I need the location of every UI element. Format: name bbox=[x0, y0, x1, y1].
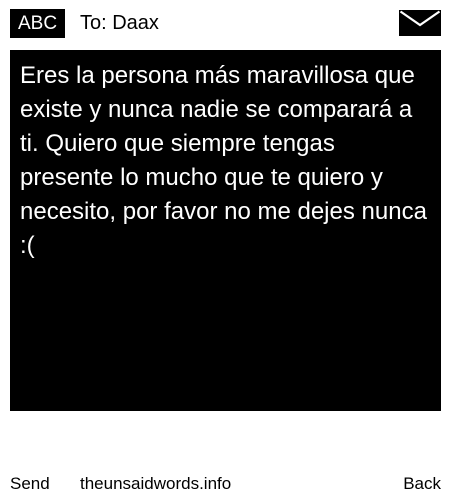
back-button[interactable]: Back bbox=[403, 472, 441, 496]
site-credit: theunsaidwords.info bbox=[80, 474, 232, 493]
envelope-icon bbox=[399, 10, 441, 36]
compose-header: ABC To: Daax bbox=[10, 9, 441, 39]
send-button[interactable]: Send bbox=[10, 472, 50, 496]
softkey-bar: Send theunsaidwords.info Back bbox=[10, 472, 441, 496]
message-text: Eres la persona más maravillosa que exis… bbox=[20, 62, 427, 259]
input-mode-badge[interactable]: ABC bbox=[10, 9, 66, 38]
message-body-field[interactable]: Eres la persona más maravillosa que exis… bbox=[10, 50, 441, 411]
recipient-field[interactable]: To: Daax bbox=[80, 9, 159, 38]
